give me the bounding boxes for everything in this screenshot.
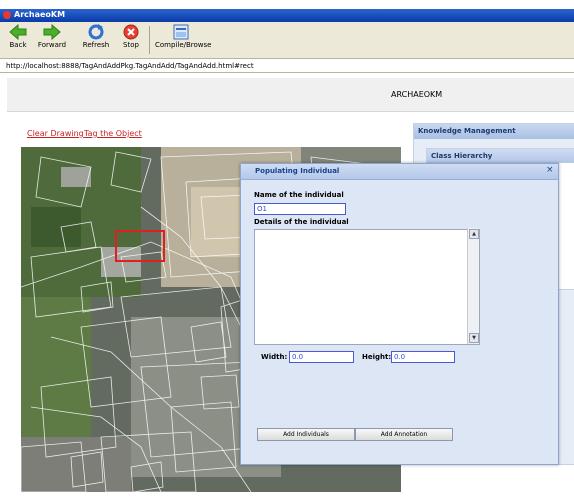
window-title: ArchaeoKM [14, 10, 66, 19]
refresh-icon [88, 24, 104, 40]
add-individuals-button[interactable]: Add Individuals [257, 428, 355, 441]
page-header: ARCHAEOKM [7, 78, 574, 112]
class-hierarchy-header[interactable]: Class Hierarchy [427, 149, 574, 163]
details-textarea[interactable] [254, 229, 480, 345]
close-icon[interactable]: × [546, 165, 554, 175]
toolbar: Back Forward Refresh Stop Compile/Browse [0, 22, 574, 59]
compile-browse-button[interactable]: Compile/Browse [155, 24, 211, 49]
clear-drawing-link[interactable]: Clear Drawing [27, 129, 84, 138]
details-label: Details of the individual [254, 218, 349, 226]
add-annotation-button[interactable]: Add Annotation [355, 428, 453, 441]
dialog-title-bar[interactable]: Populating Individual × [241, 164, 558, 180]
width-label: Width: [261, 353, 288, 361]
refresh-button[interactable]: Refresh [80, 24, 112, 49]
window-title-bar: ArchaeoKM [0, 9, 574, 22]
stop-icon [123, 24, 139, 40]
height-input[interactable] [391, 351, 455, 363]
compile-browse-icon [173, 24, 189, 40]
width-input[interactable] [289, 351, 354, 363]
stop-button[interactable]: Stop [119, 24, 143, 49]
tag-object-link[interactable]: Tag the Object [84, 129, 142, 138]
name-input[interactable] [254, 203, 346, 215]
dialog-title: Populating Individual [255, 167, 340, 175]
page-title: ARCHAEOKM [391, 90, 443, 99]
address-bar[interactable]: http://localhost:8888/TagAndAddPkg.TagAn… [0, 59, 574, 73]
name-label: Name of the individual [254, 191, 344, 199]
back-button[interactable]: Back [4, 24, 32, 49]
forward-arrow-icon [43, 24, 61, 40]
scroll-down-icon[interactable]: ▼ [469, 333, 479, 343]
knowledge-management-header[interactable]: Knowledge Management [414, 124, 574, 139]
details-scrollbar[interactable]: ▲ ▼ [467, 228, 479, 344]
scroll-up-icon[interactable]: ▲ [469, 229, 479, 239]
height-label: Height: [362, 353, 392, 361]
forward-button[interactable]: Forward [34, 24, 70, 49]
populating-individual-dialog: Populating Individual × Name of the indi… [240, 163, 559, 465]
back-arrow-icon [9, 24, 27, 40]
app-icon [3, 11, 11, 19]
toolbar-separator [149, 26, 150, 54]
